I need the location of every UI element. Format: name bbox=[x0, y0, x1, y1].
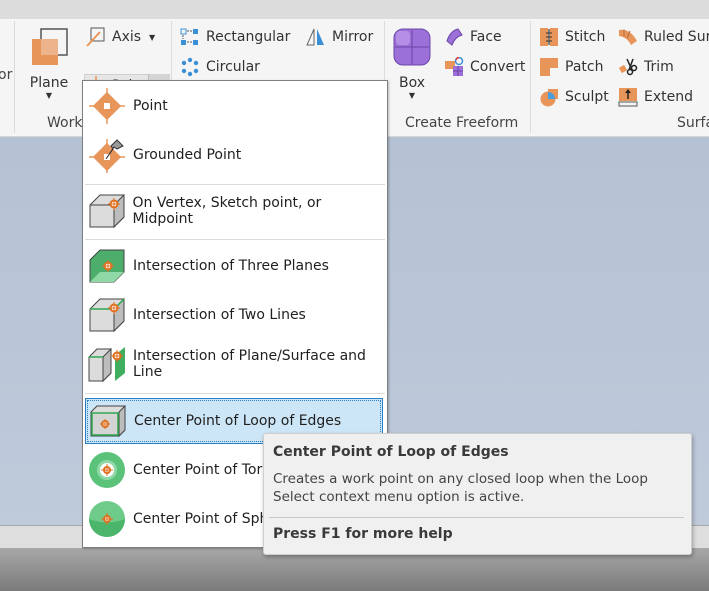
tooltip-divider bbox=[269, 517, 684, 518]
rectangular-pattern-icon bbox=[180, 27, 200, 47]
box-icon bbox=[393, 28, 431, 66]
torus-icon bbox=[87, 450, 127, 490]
menu-separator bbox=[85, 393, 385, 394]
convert-label: Convert bbox=[470, 59, 526, 75]
menu-item-label: Intersection of Two Lines bbox=[133, 307, 306, 323]
ruled-surface-icon bbox=[618, 27, 638, 47]
face-button[interactable]: Face bbox=[444, 25, 502, 49]
extend-icon bbox=[618, 87, 638, 107]
rectangular-pattern-button[interactable]: Rectangular bbox=[180, 25, 290, 49]
menu-item-label: Intersection of Three Planes bbox=[133, 258, 329, 274]
box-label: Box bbox=[398, 75, 426, 91]
menu-separator bbox=[85, 184, 385, 185]
sculpt-label: Sculpt bbox=[565, 89, 609, 105]
mirror-button[interactable]: Mirror bbox=[306, 25, 373, 49]
circular-label: Circular bbox=[206, 59, 260, 75]
ruled-surface-label: Ruled Surf bbox=[644, 29, 709, 45]
plane-label: Plane bbox=[29, 75, 69, 91]
group-separator bbox=[530, 21, 531, 133]
face-label: Face bbox=[470, 29, 502, 45]
trim-button[interactable]: Trim bbox=[618, 55, 674, 79]
sculpt-button[interactable]: Sculpt bbox=[539, 85, 609, 109]
left-cut-label: or bbox=[0, 67, 13, 83]
axis-label: Axis bbox=[112, 29, 142, 45]
group-label-surface: Surfa bbox=[677, 115, 709, 131]
menu-item-label: Grounded Point bbox=[133, 147, 242, 163]
plane-button[interactable]: Plane ▼ bbox=[26, 27, 72, 100]
chevron-down-icon: ▼ bbox=[149, 32, 156, 42]
menu-item-plane-line[interactable]: Intersection of Plane/Surface and Line bbox=[85, 341, 383, 387]
menu-item-label: On Vertex, Sketch point, or Midpoint bbox=[132, 195, 322, 227]
title-strip bbox=[0, 0, 709, 19]
convert-button[interactable]: Convert bbox=[444, 55, 525, 79]
chevron-down-icon: ▼ bbox=[45, 91, 53, 100]
ruled-surface-button[interactable]: Ruled Surf bbox=[618, 25, 709, 49]
tooltip: Center Point of Loop of Edges Creates a … bbox=[263, 433, 692, 555]
stitch-label: Stitch bbox=[565, 29, 606, 45]
menu-item-grounded-point[interactable]: Grounded Point bbox=[85, 132, 383, 178]
vertex-point-icon bbox=[87, 191, 126, 231]
menu-item-label: Center Point of Loop of Edges bbox=[134, 413, 342, 429]
circular-pattern-icon bbox=[180, 57, 200, 77]
menu-item-three-planes[interactable]: Intersection of Three Planes bbox=[85, 243, 383, 289]
sculpt-icon bbox=[539, 87, 559, 107]
box-button[interactable]: Box ▼ bbox=[390, 27, 434, 100]
convert-icon bbox=[444, 57, 464, 77]
stitch-button[interactable]: Stitch bbox=[539, 25, 605, 49]
menu-item-two-lines[interactable]: Intersection of Two Lines bbox=[85, 292, 383, 338]
axis-button[interactable]: Axis ▼ bbox=[86, 25, 155, 49]
plane-line-icon bbox=[87, 344, 127, 384]
mirror-label: Mirror bbox=[332, 29, 374, 45]
mirror-icon bbox=[306, 27, 326, 47]
menu-item-point[interactable]: Point bbox=[85, 83, 383, 129]
group-label-create-freeform: Create Freeform bbox=[405, 115, 519, 131]
three-planes-icon bbox=[87, 246, 127, 286]
menu-item-label: Intersection of Plane/Surface and Line bbox=[133, 348, 366, 380]
tooltip-description: Creates a work point on any closed loop … bbox=[273, 471, 648, 505]
extend-button[interactable]: Extend bbox=[618, 85, 693, 109]
menu-separator bbox=[85, 239, 385, 240]
face-icon bbox=[444, 27, 464, 47]
circular-pattern-button[interactable]: Circular bbox=[180, 55, 260, 79]
menu-item-label: Point bbox=[133, 98, 168, 114]
plane-icon bbox=[32, 28, 68, 65]
trim-icon bbox=[618, 57, 638, 77]
extend-label: Extend bbox=[644, 89, 693, 105]
chevron-down-icon: ▼ bbox=[408, 91, 416, 100]
trim-label: Trim bbox=[644, 59, 674, 75]
menu-item-label: Center Point of Torus bbox=[133, 462, 279, 478]
patch-icon bbox=[539, 57, 559, 77]
tooltip-title: Center Point of Loop of Edges bbox=[273, 444, 509, 460]
patch-button[interactable]: Patch bbox=[539, 55, 603, 79]
rectangular-label: Rectangular bbox=[206, 29, 291, 45]
tooltip-help-hint: Press F1 for more help bbox=[273, 526, 453, 542]
two-lines-icon bbox=[87, 295, 127, 335]
group-separator bbox=[14, 21, 15, 133]
point-icon bbox=[87, 86, 127, 126]
loop-edges-icon bbox=[88, 401, 128, 441]
stitch-icon bbox=[539, 27, 559, 47]
sphere-icon bbox=[87, 499, 127, 539]
grounded-point-icon bbox=[87, 135, 127, 175]
patch-label: Patch bbox=[565, 59, 604, 75]
axis-icon bbox=[86, 27, 106, 47]
menu-item-on-vertex[interactable]: On Vertex, Sketch point, or Midpoint bbox=[85, 188, 383, 234]
group-label-work: Work bbox=[47, 115, 83, 131]
